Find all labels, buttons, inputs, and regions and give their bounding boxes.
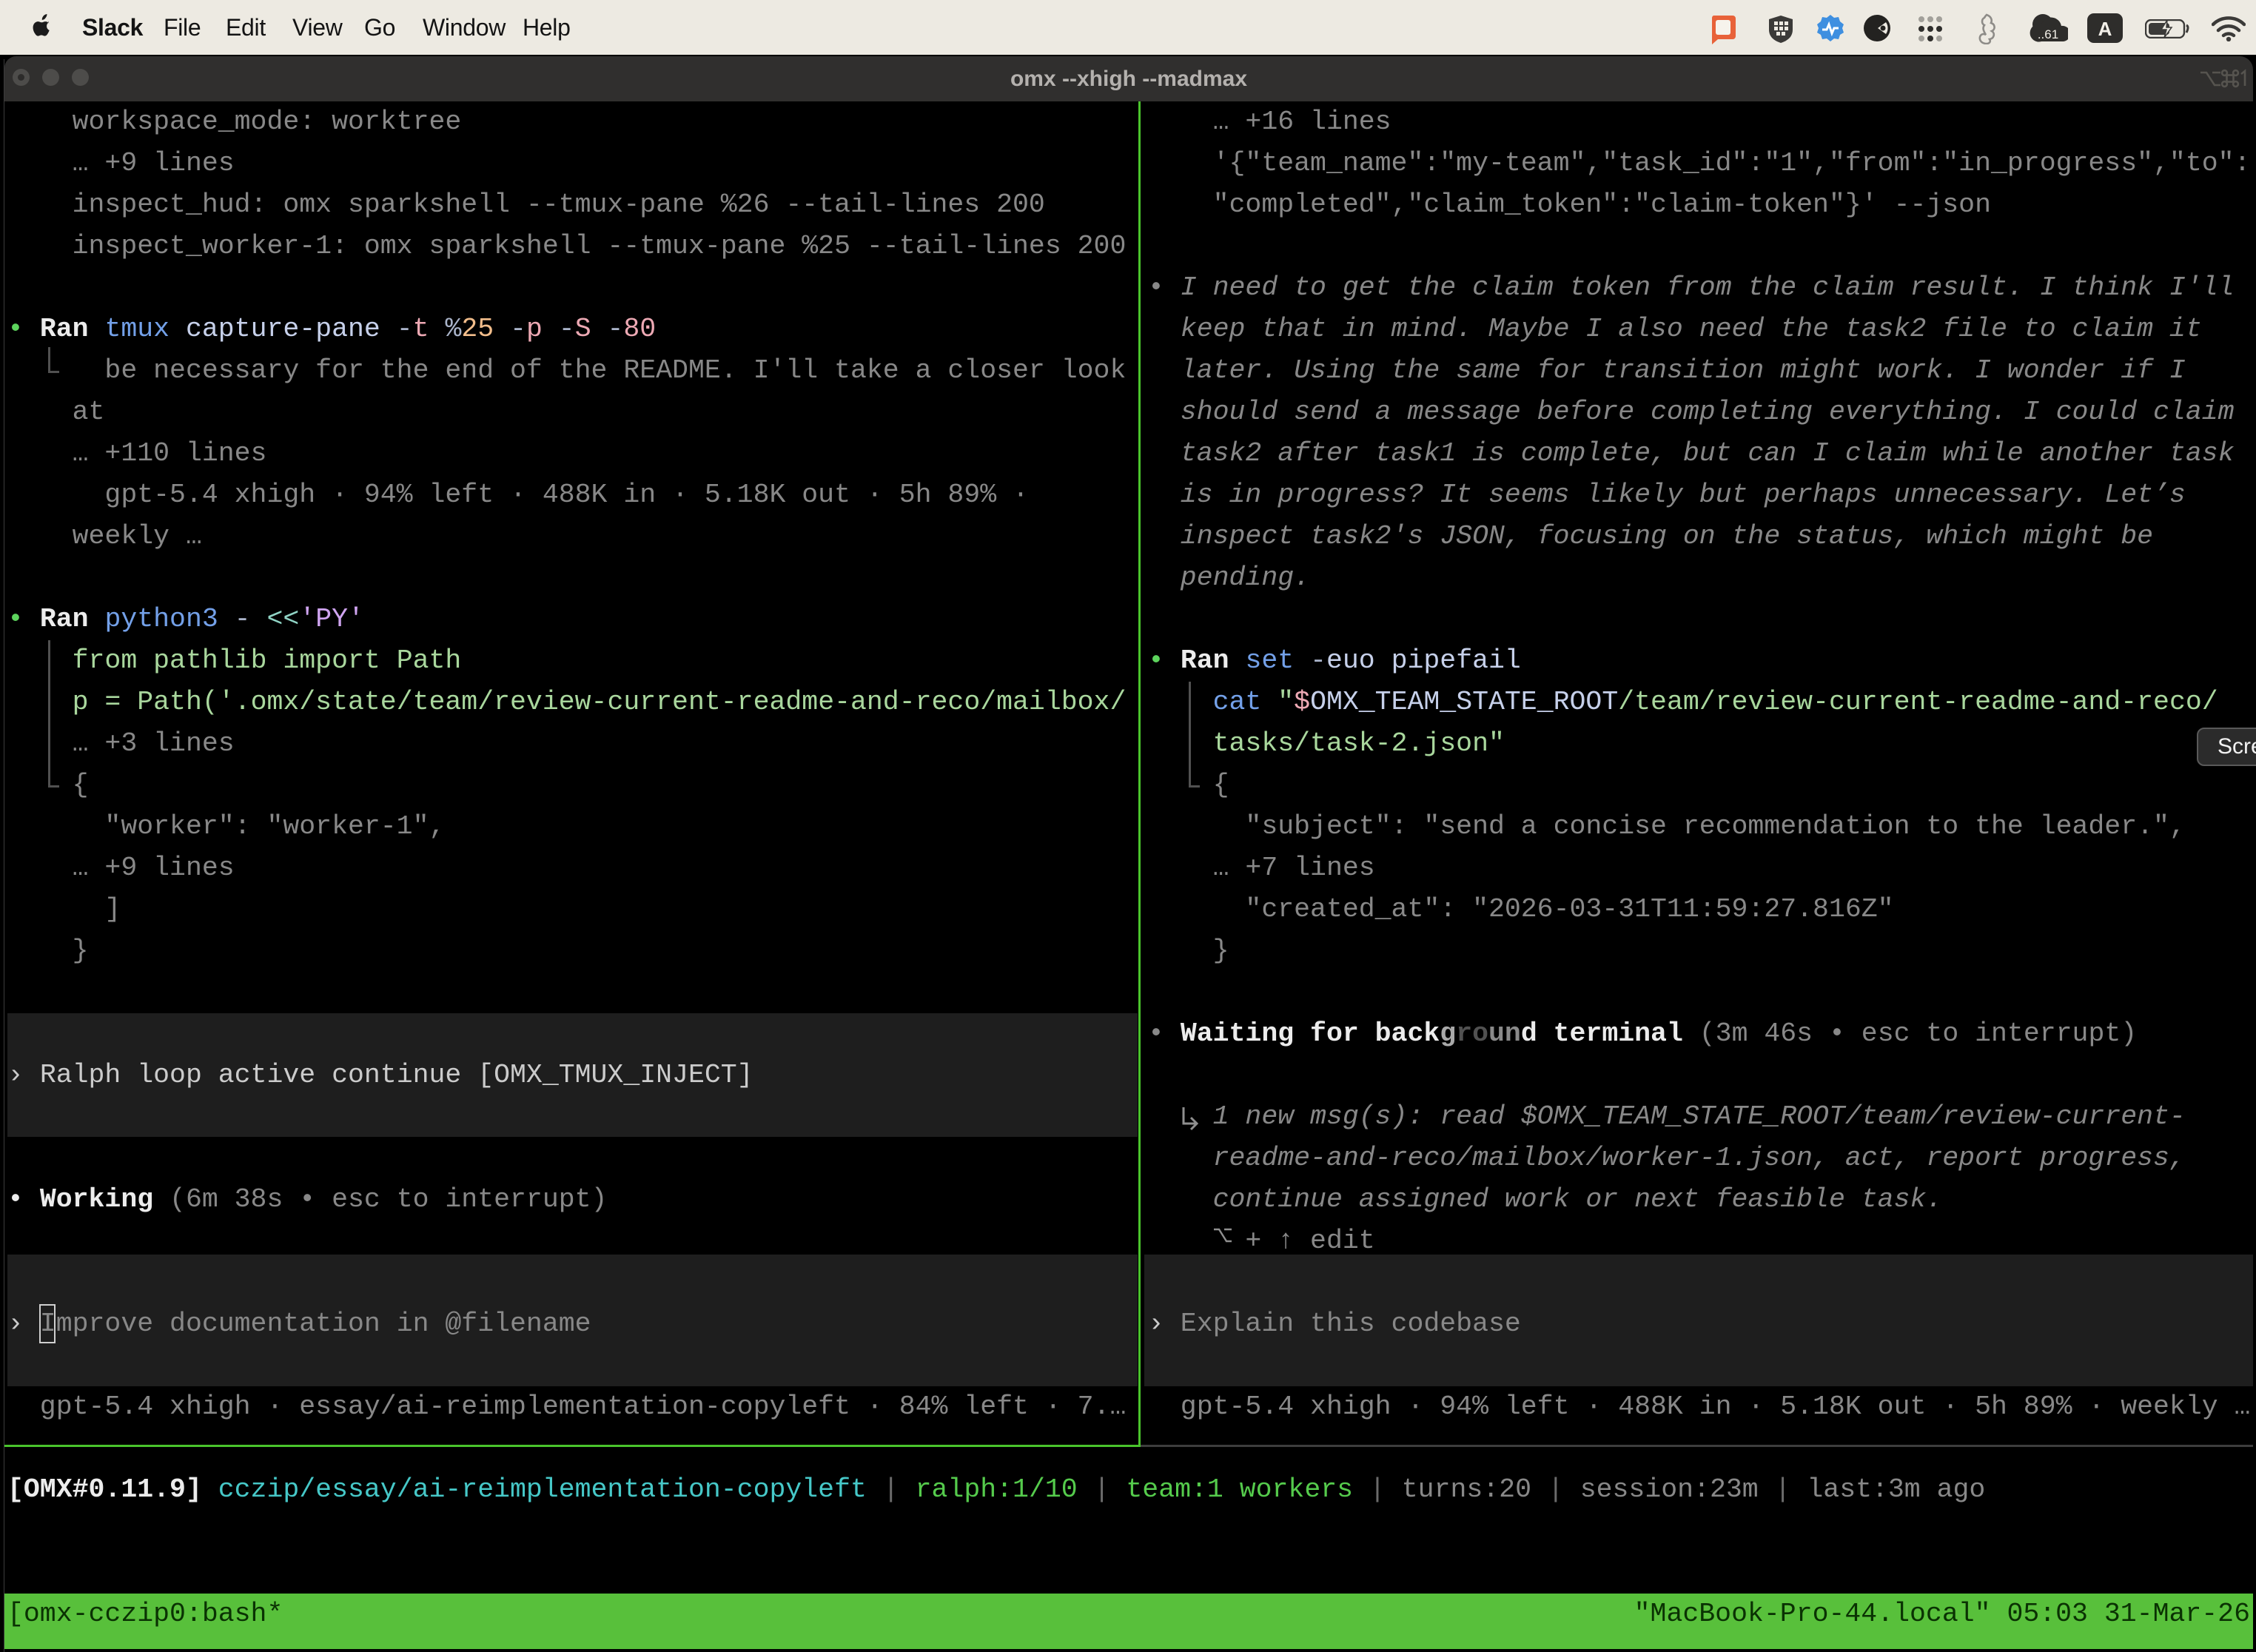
svg-text:A: A xyxy=(2098,18,2112,40)
svg-text:..61: ..61 xyxy=(2038,27,2058,41)
